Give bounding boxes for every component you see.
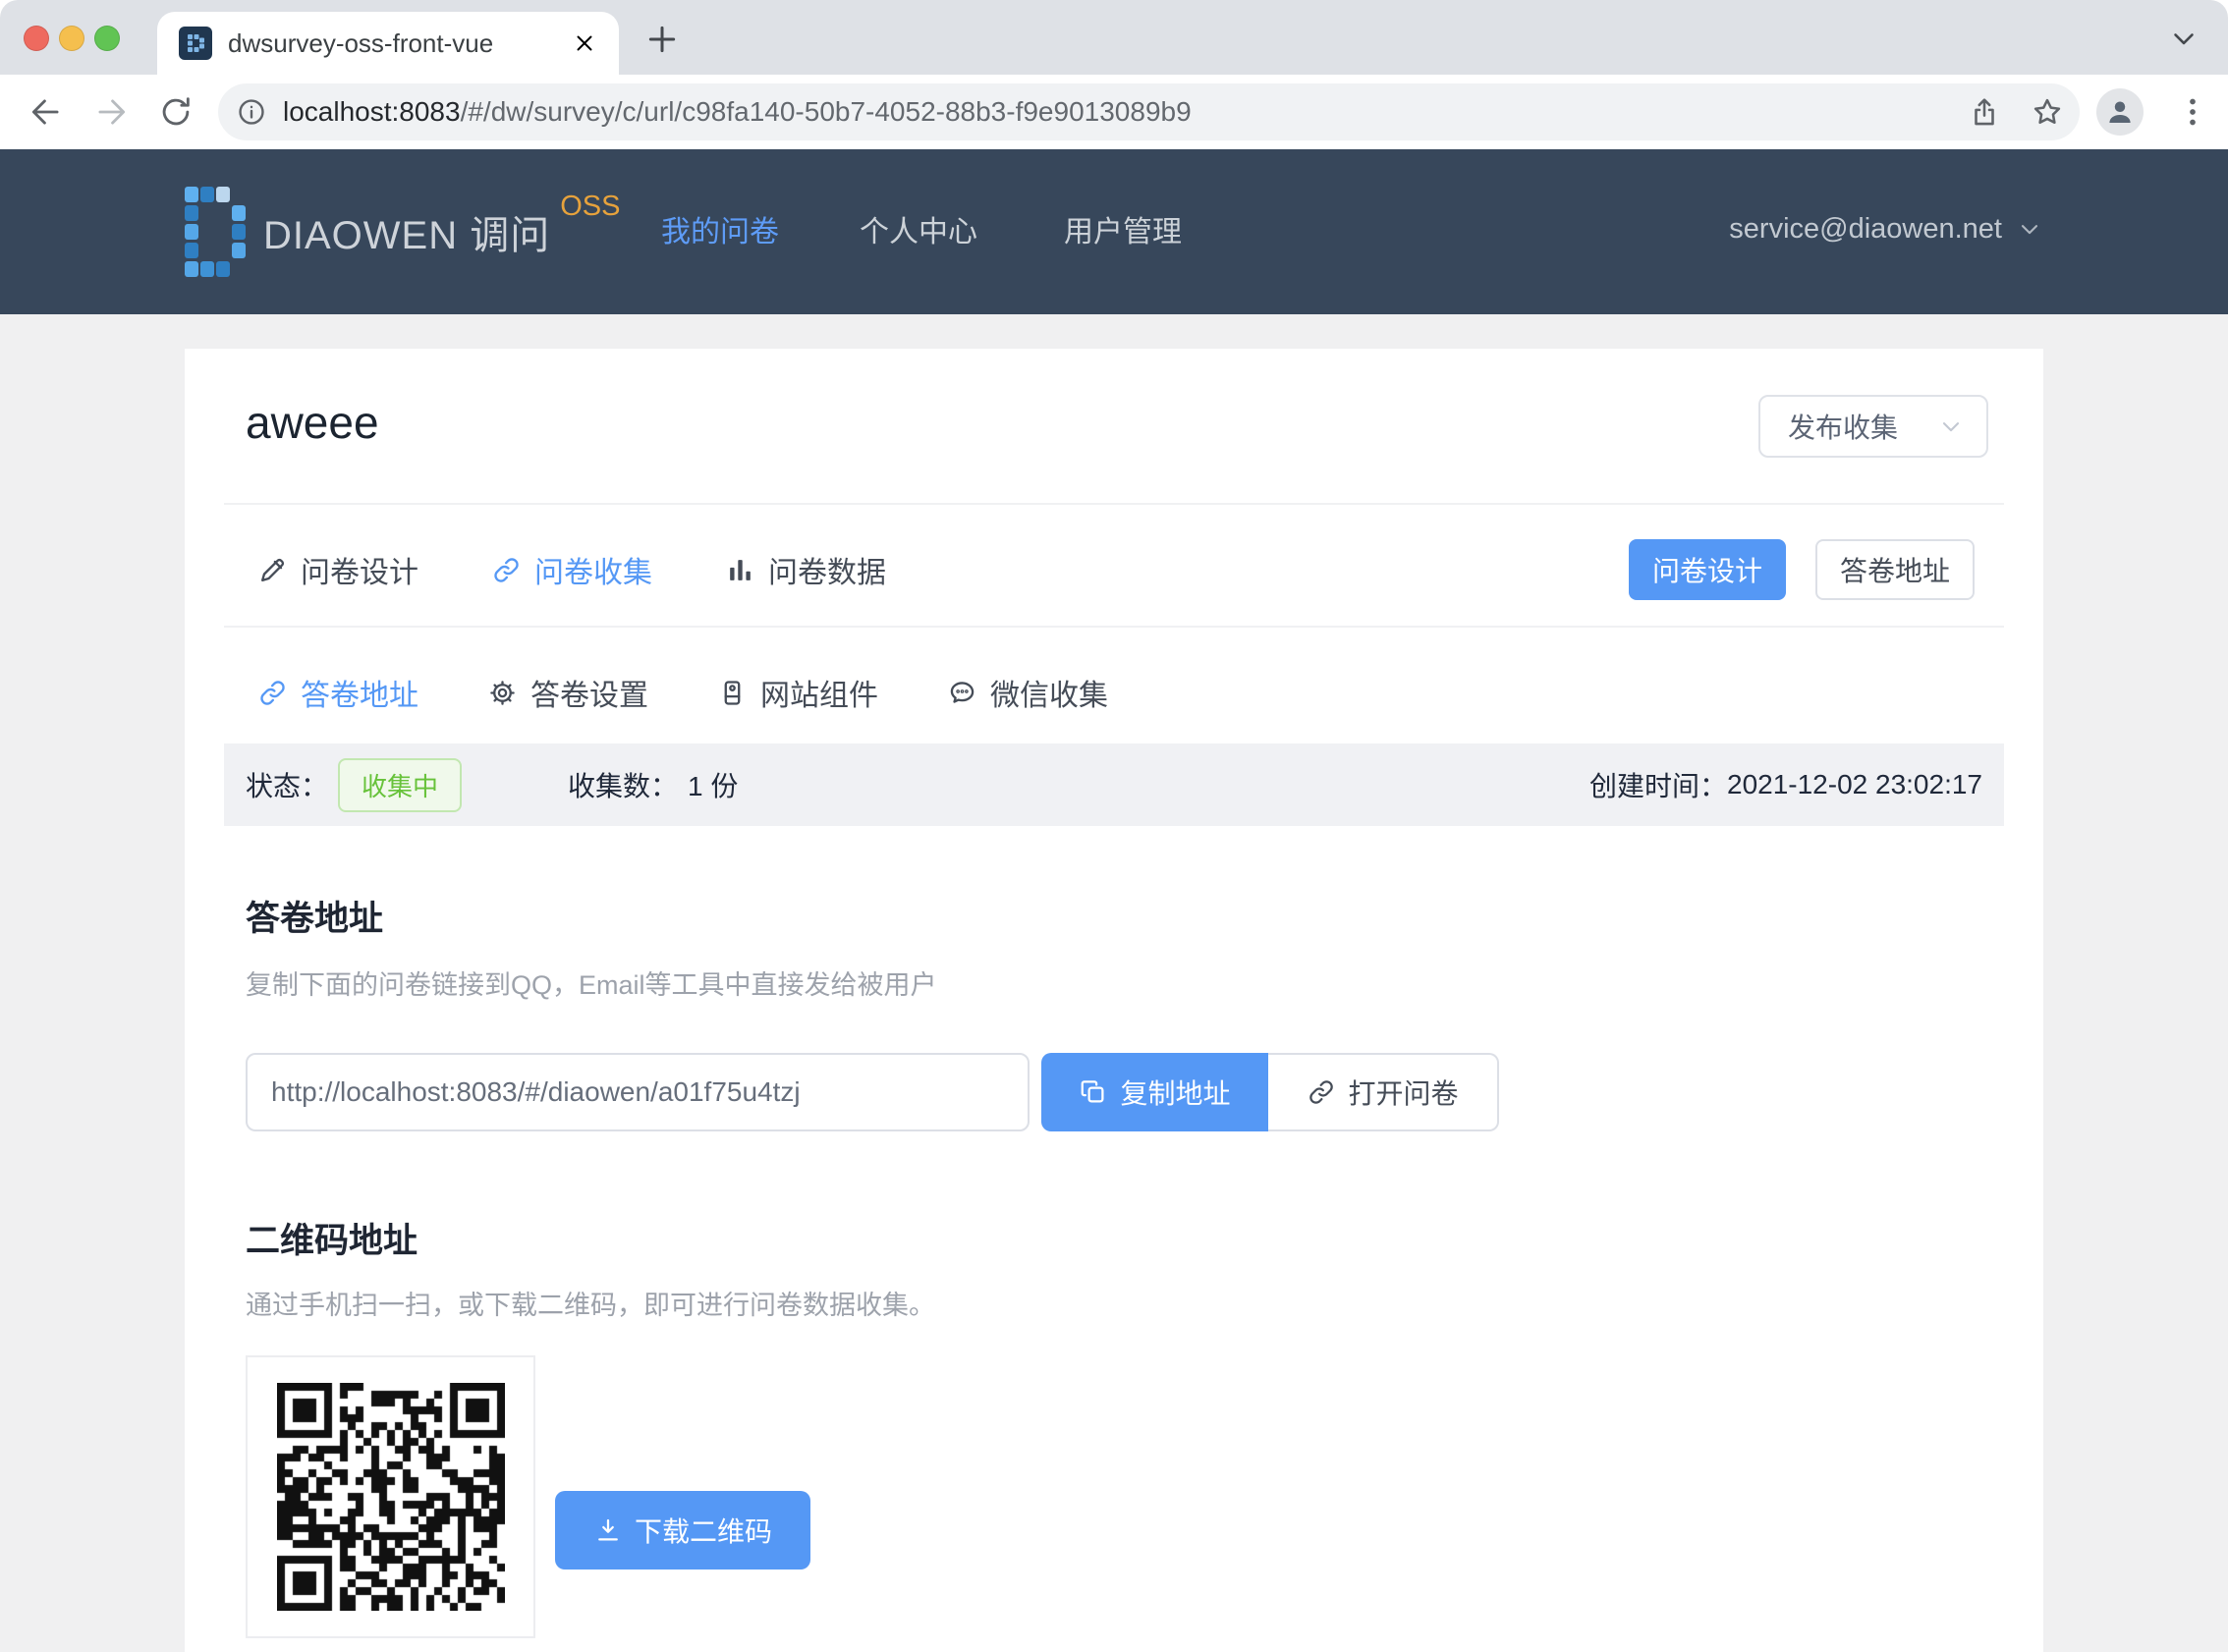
tab-label: 问卷数据 xyxy=(768,548,886,591)
browser-tab-strip: dwsurvey-oss-front-vue xyxy=(0,0,2228,75)
bookmark-star-icon[interactable] xyxy=(2031,95,2064,129)
link-icon xyxy=(1307,1077,1336,1107)
nav-item-personal-center[interactable]: 个人中心 xyxy=(847,149,990,308)
browser-menu-button[interactable] xyxy=(2169,88,2216,136)
close-window-button[interactable] xyxy=(24,26,49,51)
survey-card: aweee 发布收集 问卷设计 问卷收集 问卷数据 xyxy=(185,349,2043,1652)
tab-survey-data[interactable]: 问卷数据 xyxy=(725,548,886,591)
download-icon xyxy=(593,1515,623,1545)
qr-address-description: 通过手机扫一扫，或下载二维码，即可进行问卷数据收集。 xyxy=(246,1284,935,1322)
subtab-label: 网站组件 xyxy=(760,671,878,714)
tab-survey-collect[interactable]: 问卷收集 xyxy=(491,548,652,591)
qr-address-heading: 二维码地址 xyxy=(246,1213,418,1263)
tab-survey-design[interactable]: 问卷设计 xyxy=(257,548,418,591)
divider xyxy=(224,626,2004,628)
favicon xyxy=(179,27,212,60)
download-qr-label: 下载二维码 xyxy=(635,1511,772,1550)
status-label: 状态： xyxy=(246,765,328,804)
survey-url-input[interactable] xyxy=(246,1053,1030,1131)
diaowen-logo-icon xyxy=(185,187,248,277)
kebab-menu-icon xyxy=(2175,94,2210,130)
subtab-answer-address[interactable]: 答卷地址 xyxy=(257,671,418,714)
url-text: localhost:8083/#/dw/survey/c/url/c98fa14… xyxy=(283,96,1938,128)
subtab-label: 答卷地址 xyxy=(301,671,418,714)
forward-button[interactable] xyxy=(92,93,130,131)
survey-tabs: 问卷设计 问卷收集 问卷数据 xyxy=(257,539,886,600)
nav-item-user-management[interactable]: 用户管理 xyxy=(1051,149,1195,308)
gear-icon xyxy=(487,678,518,708)
collect-count-label: 收集数： xyxy=(568,765,678,804)
subtab-site-widget[interactable]: 网站组件 xyxy=(717,671,878,714)
page-background: aweee 发布收集 问卷设计 问卷收集 问卷数据 xyxy=(0,314,2228,1652)
account-email: service@diaowen.net xyxy=(1729,213,2002,246)
link-icon xyxy=(491,555,522,585)
qr-code-box xyxy=(246,1355,535,1638)
survey-design-button[interactable]: 问卷设计 xyxy=(1629,539,1786,600)
browser-window: dwsurvey-oss-front-vue localhost:8083/#/… xyxy=(0,0,2228,1652)
chevron-down-icon xyxy=(1937,413,1965,440)
pencil-icon xyxy=(257,555,288,585)
subtab-label: 答卷设置 xyxy=(530,671,648,714)
site-info-icon[interactable] xyxy=(236,96,267,128)
brand-badge-oss: OSS xyxy=(560,191,620,223)
url-origin: localhost:8083 xyxy=(283,96,461,127)
survey-title: aweee xyxy=(246,396,379,449)
link-icon xyxy=(257,678,288,708)
account-menu[interactable]: service@diaowen.net xyxy=(1729,149,2043,308)
publish-collect-label: 发布收集 xyxy=(1788,407,1937,446)
answer-address-heading: 答卷地址 xyxy=(246,891,383,941)
tag-icon xyxy=(717,678,748,708)
subtab-answer-settings[interactable]: 答卷设置 xyxy=(487,671,648,714)
tab-title: dwsurvey-oss-front-vue xyxy=(228,28,556,59)
brand-name: DIAOWEN 调问 xyxy=(263,203,550,260)
tab-label: 问卷设计 xyxy=(301,548,418,591)
minimize-window-button[interactable] xyxy=(59,26,84,51)
back-button[interactable] xyxy=(28,93,65,131)
download-qr-button[interactable]: 下载二维码 xyxy=(555,1491,810,1569)
copy-address-label: 复制地址 xyxy=(1120,1073,1230,1112)
bar-chart-icon xyxy=(725,555,755,585)
browser-profile-avatar[interactable] xyxy=(2096,88,2144,136)
answer-address-description: 复制下面的问卷链接到QQ，Email等工具中直接发给被用户 xyxy=(246,964,937,1002)
qr-code-image xyxy=(277,1383,505,1611)
created-time-label: 创建时间： xyxy=(1589,765,1727,804)
zoom-window-button[interactable] xyxy=(94,26,120,51)
status-bar: 状态： 收集中 收集数： 1 份 创建时间： 2021-12-02 23:02:… xyxy=(224,743,2004,826)
copy-address-button[interactable]: 复制地址 xyxy=(1041,1053,1268,1131)
reload-button[interactable] xyxy=(157,93,195,131)
address-bar[interactable]: localhost:8083/#/dw/survey/c/url/c98fa14… xyxy=(218,83,2080,140)
collect-count-value: 1 份 xyxy=(688,765,738,804)
answer-address-button[interactable]: 答卷地址 xyxy=(1815,539,1975,600)
tab-search-chevron-icon[interactable] xyxy=(2167,22,2200,55)
subtab-wechat-collect[interactable]: 微信收集 xyxy=(947,671,1108,714)
chat-bubble-icon xyxy=(947,678,977,708)
app-header: DIAOWEN 调问 OSS 我的问卷 个人中心 用户管理 service@di… xyxy=(0,149,2228,314)
brand[interactable]: DIAOWEN 调问 OSS xyxy=(185,149,620,314)
subtab-label: 微信收集 xyxy=(990,671,1108,714)
url-path: /#/dw/survey/c/url/c98fa140-50b7-4052-88… xyxy=(461,96,1192,127)
nav-item-my-surveys[interactable]: 我的问卷 xyxy=(617,149,823,308)
chevron-down-icon xyxy=(2016,215,2043,243)
divider xyxy=(224,503,2004,505)
open-survey-button[interactable]: 打开问卷 xyxy=(1268,1053,1499,1131)
collect-subtabs: 答卷地址 答卷设置 网站组件 微信收集 xyxy=(257,663,1108,722)
browser-tab[interactable]: dwsurvey-oss-front-vue xyxy=(157,12,619,75)
share-icon[interactable] xyxy=(1968,95,2001,129)
new-tab-button[interactable] xyxy=(642,20,682,59)
status-badge: 收集中 xyxy=(338,758,462,812)
copy-icon xyxy=(1079,1077,1108,1107)
created-time-value: 2021-12-02 23:02:17 xyxy=(1727,769,1982,800)
browser-url-bar: localhost:8083/#/dw/survey/c/url/c98fa14… xyxy=(0,75,2228,149)
close-tab-icon[interactable] xyxy=(572,30,597,56)
publish-collect-dropdown[interactable]: 发布收集 xyxy=(1758,395,1988,458)
open-survey-label: 打开问卷 xyxy=(1348,1073,1458,1112)
person-icon xyxy=(2103,95,2137,129)
tab-label: 问卷收集 xyxy=(534,548,652,591)
